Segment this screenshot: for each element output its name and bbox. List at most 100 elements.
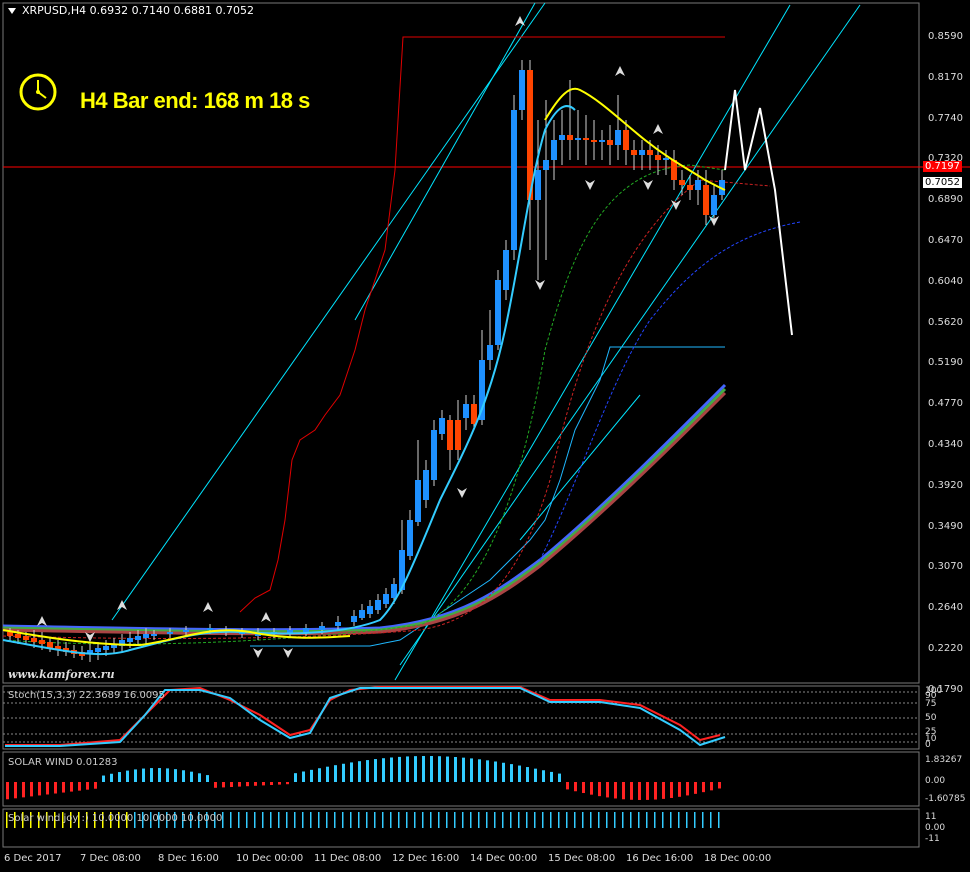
solar-bar <box>6 782 9 800</box>
collapse-triangle-icon[interactable] <box>8 8 16 14</box>
solar-bar <box>30 782 33 797</box>
joy-bar <box>270 812 272 828</box>
symbol-title[interactable]: XRPUSD,H4 0.6932 0.7140 0.6881 0.7052 <box>8 4 254 17</box>
clock-icon <box>19 73 57 111</box>
candle-body <box>423 470 429 500</box>
candle-body <box>31 638 37 642</box>
candle-body <box>415 480 421 522</box>
solar-bar <box>422 756 425 782</box>
candle-body <box>655 155 661 160</box>
joy-bar <box>582 812 584 828</box>
time-tick-label: 11 Dec 08:00 <box>314 853 382 864</box>
solar-bar <box>86 782 89 790</box>
chart-canvas[interactable] <box>0 0 970 872</box>
stoch_panel-scale-label: 75 <box>925 699 937 709</box>
joy-bar <box>598 812 600 828</box>
solar-bar <box>678 782 681 797</box>
solar-bar <box>262 782 265 786</box>
joy-bar <box>294 812 296 828</box>
solar-bar <box>510 764 513 782</box>
resistance-price-tag: 0.7197 <box>923 161 962 172</box>
candle-body <box>639 150 645 155</box>
joy-bar <box>478 812 480 828</box>
solar-bar <box>350 762 353 782</box>
time-tick-label: 18 Dec 00:00 <box>704 853 772 864</box>
solar-bar <box>126 770 129 782</box>
candle-body <box>23 636 29 640</box>
joy_panel-scale-label: 0.00 <box>925 823 946 833</box>
joy-bar <box>398 812 400 828</box>
joy-bar <box>574 812 576 828</box>
price-tick-label: 0.8590 <box>928 31 963 42</box>
solar-bar <box>446 756 449 782</box>
joy-bar <box>262 812 264 828</box>
candle-body <box>519 70 525 110</box>
joy-bar <box>422 812 424 828</box>
joy-bar <box>518 812 520 828</box>
solar-bar <box>198 773 201 782</box>
solar-bar <box>622 782 625 800</box>
solar-bar <box>566 782 569 790</box>
solar-bar <box>686 782 689 796</box>
candle-body <box>431 430 437 480</box>
solar-bar <box>718 782 721 789</box>
candle-body <box>663 158 669 160</box>
solar-bar <box>438 756 441 782</box>
solar-bar <box>398 756 401 782</box>
solar-bar <box>174 769 177 782</box>
solar-bar <box>710 782 713 791</box>
solar-bar <box>118 772 121 782</box>
solar-bar <box>182 770 185 782</box>
solar-bar <box>582 782 585 794</box>
joy-bar <box>374 812 376 828</box>
solar-panel-frame <box>2 751 920 807</box>
candle-body <box>695 180 701 190</box>
stoch_panel-scale-label: 50 <box>925 713 937 723</box>
candle-body <box>711 195 717 215</box>
joy-bar <box>326 812 328 828</box>
candle-body <box>335 622 341 626</box>
solar-bar <box>94 782 97 789</box>
current-price-tag: 0.7052 <box>923 177 962 188</box>
candle-body <box>39 640 45 644</box>
joy-bar <box>246 812 248 828</box>
candle-body <box>143 634 149 638</box>
joy-bar <box>614 812 616 828</box>
joy-bar <box>718 812 720 828</box>
solar_panel-scale-label: 0.00 <box>925 776 946 786</box>
solar-bar <box>654 782 657 800</box>
candle-body <box>679 180 685 185</box>
joy-bar <box>670 812 672 828</box>
joy-bar <box>238 812 240 828</box>
joy-bar <box>558 812 560 828</box>
candle-body <box>407 520 413 556</box>
solar-bar <box>406 756 409 782</box>
watermark: www.kamforex.ru <box>8 668 115 681</box>
solar-bar <box>550 771 553 782</box>
joy-bar <box>710 812 712 828</box>
candle-body <box>551 140 557 160</box>
solar-bar <box>382 758 385 782</box>
price-tick-label: 0.2220 <box>928 643 963 654</box>
candle-body <box>359 610 365 618</box>
candle-body <box>455 420 461 450</box>
solar-bar <box>334 765 337 782</box>
solar_panel-scale-label: -1.60785 <box>925 794 966 804</box>
time-tick-label: 8 Dec 16:00 <box>158 853 219 864</box>
solar-bar <box>478 759 481 782</box>
price-tick-label: 0.6040 <box>928 275 963 287</box>
joy_panel-scale-label: 11 <box>925 812 937 822</box>
time-tick-label: 10 Dec 00:00 <box>236 853 304 864</box>
candle-body <box>495 280 501 345</box>
solar-bar <box>502 762 505 782</box>
candle-body <box>687 185 693 190</box>
solar-bar <box>454 757 457 782</box>
solar-bar <box>238 782 241 787</box>
candle-body <box>127 638 133 642</box>
candle-body <box>207 628 213 630</box>
solar-bar <box>190 771 193 782</box>
solar-bar <box>14 782 17 799</box>
joy-bar <box>534 812 536 828</box>
time-tick-label: 12 Dec 16:00 <box>392 853 460 864</box>
candle-body <box>463 404 469 418</box>
